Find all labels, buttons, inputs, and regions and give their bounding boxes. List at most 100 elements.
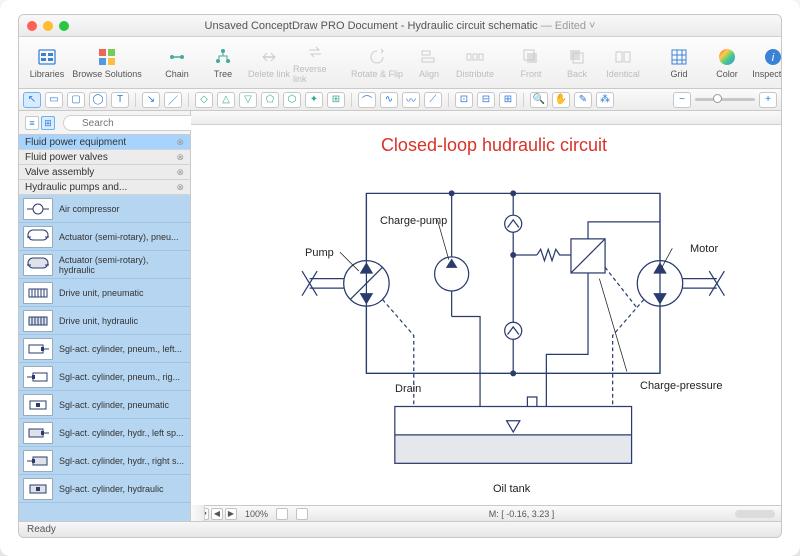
pan-tool[interactable]: ✋ [552,92,570,108]
zoom-out-icon[interactable]: − [673,92,691,108]
shape3-tool[interactable]: ▽ [239,92,257,108]
label-drain: Drain [395,383,421,395]
snap-tool[interactable]: ⊞ [499,92,517,108]
poly-tool[interactable]: ⟋ [424,92,442,108]
browse-solutions-button[interactable]: Browse Solutions [71,40,143,86]
distribute-icon [465,47,485,67]
label-charge-pressure: Charge-pressure [640,380,723,392]
minimize-window-button[interactable] [43,21,53,31]
window-title: Unsaved ConceptDraw PRO Document - Hydra… [19,20,781,32]
view-grid-icon[interactable]: ⊞ [41,116,55,130]
align-icon [419,47,439,67]
shape-item[interactable]: Drive unit, hydraulic [19,307,190,335]
canvas-status-bar: ⏮ ◀ ▶ 100% M: [ -0.16, 3.23 ] [191,505,781,521]
shape4-tool[interactable]: ⬠ [261,92,279,108]
distribute-button[interactable]: Distribute [453,40,497,86]
color-button[interactable]: Color [705,40,749,86]
shape-item[interactable]: Drive unit, pneumatic [19,279,190,307]
page-add-icon[interactable] [296,508,308,520]
canvas-area: Closed-loop hudraulic circuit [191,111,781,521]
label-motor: Motor [690,243,718,255]
shape-item[interactable]: Actuator (semi-rotary), pneu... [19,223,190,251]
page-next-icon[interactable]: ▶ [225,508,237,520]
roundrect-tool[interactable]: ▢ [67,92,85,108]
drawing-canvas[interactable]: Closed-loop hudraulic circuit [191,125,781,505]
close-window-button[interactable] [27,21,37,31]
identical-button[interactable]: Identical [601,40,645,86]
pointer-tool[interactable]: ↖ [23,92,41,108]
rect-tool[interactable]: ▭ [45,92,63,108]
tree-button[interactable]: Tree [201,40,245,86]
category-list: Fluid power equipment⊗ Fluid power valve… [19,134,190,195]
close-icon[interactable]: ⊗ [176,167,184,178]
line-tool[interactable]: ／ [164,92,182,108]
shape-item[interactable]: Sgl-act. cylinder, pneum., left... [19,335,190,363]
horizontal-ruler [191,111,781,125]
titlebar: Unsaved ConceptDraw PRO Document - Hydra… [19,15,781,37]
libraries-icon [37,47,57,67]
page-prev-icon[interactable]: ◀ [211,508,223,520]
shape6-tool[interactable]: ✦ [305,92,323,108]
close-icon[interactable]: ⊗ [176,152,184,163]
shape1-tool[interactable]: ◇ [195,92,213,108]
curve-tool[interactable]: ∿ [380,92,398,108]
arc-tool[interactable]: ⌒ [358,92,376,108]
shape-item[interactable]: Sgl-act. cylinder, hydr., right s... [19,447,190,475]
scroll-handle-icon[interactable] [735,510,775,518]
diagram-title: Closed-loop hudraulic circuit [215,135,773,156]
delete-link-button[interactable]: Delete link [247,40,291,86]
front-button[interactable]: Front [509,40,553,86]
shape-list[interactable]: Air compressor Actuator (semi-rotary), p… [19,195,190,521]
shape-thumb-icon [23,198,53,220]
grid-button[interactable]: Grid [657,40,701,86]
align-button[interactable]: Align [407,40,451,86]
shape-thumb-icon [23,338,53,360]
group-tool[interactable]: ⊡ [455,92,473,108]
ellipse-tool[interactable]: ◯ [89,92,107,108]
schematic-diagram: Charge-pump Pump Motor Drain Charge-pres… [245,165,753,487]
shape-item[interactable]: Sgl-act. cylinder, hydr., left sp... [19,419,190,447]
shape-item[interactable]: Sgl-act. cylinder, hydraulic [19,475,190,503]
shape-toolbar: ↖ ▭ ▢ ◯ T ↘ ／ ◇ △ ▽ ⬠ ⬡ ✦ ⊞ ⌒ ∿ 〰 ⟋ ⊡ ⊟ … [19,89,781,111]
grid-icon [669,47,689,67]
shape-thumb-icon [23,226,53,248]
label-pump: Pump [305,247,334,259]
text-tool[interactable]: T [111,92,129,108]
close-icon[interactable]: ⊗ [176,137,184,148]
view-list-icon[interactable]: ≡ [25,116,39,130]
zoom-readout[interactable]: 100% [245,509,268,519]
label-charge-pump: Charge-pump [380,215,447,227]
shape-item[interactable]: Air compressor [19,195,190,223]
category-item[interactable]: Fluid power valves⊗ [19,150,190,165]
category-item[interactable]: Hydraulic pumps and...⊗ [19,180,190,195]
shape-item[interactable]: Sgl-act. cylinder, pneumatic [19,391,190,419]
dropper-tool[interactable]: ⁂ [596,92,614,108]
shape-thumb-icon [23,366,53,388]
shape7-tool[interactable]: ⊞ [327,92,345,108]
category-item[interactable]: Fluid power equipment⊗ [19,135,190,150]
chain-button[interactable]: Chain [155,40,199,86]
ungroup-tool[interactable]: ⊟ [477,92,495,108]
category-item[interactable]: Valve assembly⊗ [19,165,190,180]
front-icon [521,47,541,67]
close-icon[interactable]: ⊗ [176,182,184,193]
spline-tool[interactable]: 〰 [402,92,420,108]
back-icon [567,47,587,67]
reverse-link-button[interactable]: Reverse link [293,40,337,86]
shape-item[interactable]: Sgl-act. cylinder, pneum., rig... [19,363,190,391]
zoom-in-icon[interactable]: + [759,92,777,108]
edit-tool[interactable]: ✎ [574,92,592,108]
shape-thumb-icon [23,478,53,500]
shape5-tool[interactable]: ⬡ [283,92,301,108]
zoom-in-tool[interactable]: 🔍 [530,92,548,108]
shape-item[interactable]: Actuator (semi-rotary), hydraulic [19,251,190,279]
rotate-flip-button[interactable]: Rotate & Flip [349,40,405,86]
connector-tool[interactable]: ↘ [142,92,160,108]
zoom-slider[interactable] [695,98,755,101]
shape2-tool[interactable]: △ [217,92,235,108]
zoom-window-button[interactable] [59,21,69,31]
page-tabs-icon[interactable] [276,508,288,520]
back-button[interactable]: Back [555,40,599,86]
libraries-button[interactable]: Libraries [25,40,69,86]
inspectors-button[interactable]: i Inspectors [751,40,782,86]
